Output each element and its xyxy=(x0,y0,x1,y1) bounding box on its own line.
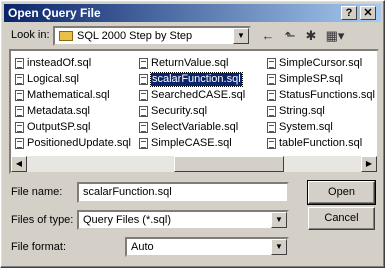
file-item-label: StatusFunctions.sql xyxy=(279,89,375,101)
file-item[interactable]: String.sql xyxy=(267,105,325,118)
file-format-label: File format: xyxy=(11,241,67,253)
look-in-value: SQL 2000 Step by Step xyxy=(77,30,193,42)
help-button[interactable]: ? xyxy=(341,6,357,20)
file-item-label: PositionedUpdate.sql xyxy=(27,137,131,149)
file-name-label: File name: xyxy=(11,186,63,198)
back-icon[interactable]: ← xyxy=(258,27,278,45)
file-format-value: Auto xyxy=(131,241,154,253)
file-item[interactable]: tableFunction.sql xyxy=(267,137,362,150)
file-item-label: System.sql xyxy=(279,121,333,133)
sql-file-icon xyxy=(267,58,276,69)
sql-file-icon xyxy=(267,74,276,85)
file-item-label: tableFunction.sql xyxy=(279,137,363,149)
file-format-select[interactable]: Auto ▼ xyxy=(125,237,289,257)
file-item[interactable]: OutputSP.sql xyxy=(15,121,90,134)
file-item[interactable]: StatusFunctions.sql xyxy=(267,89,375,102)
files-of-type-select[interactable]: Query Files (*.sql) ▼ xyxy=(77,210,289,230)
folder-icon xyxy=(59,31,73,42)
file-item-label: scalarFunction.sql xyxy=(150,72,243,87)
file-item[interactable]: insteadOf.sql xyxy=(15,57,91,70)
sql-file-icon xyxy=(15,74,24,85)
sql-file-icon xyxy=(267,122,276,133)
file-item[interactable]: SimpleCursor.sql xyxy=(267,57,362,70)
sql-file-icon xyxy=(139,74,148,85)
file-item-label: Security.sql xyxy=(151,105,208,117)
file-item[interactable]: PositionedUpdate.sql xyxy=(15,137,131,150)
file-item-label: String.sql xyxy=(279,105,325,117)
file-item-label: Logical.sql xyxy=(27,73,79,85)
window-title: Open Query File xyxy=(8,6,101,20)
sql-file-icon xyxy=(15,106,24,117)
file-item[interactable]: SimpleCASE.sql xyxy=(139,137,232,150)
up-folder-icon[interactable]: ⬑ xyxy=(280,27,300,45)
file-item-label: Mathematical.sql xyxy=(27,89,110,101)
file-list[interactable]: insteadOf.sql Logical.sql Mathematical.sql… xyxy=(9,49,379,174)
file-item[interactable]: Mathematical.sql xyxy=(15,89,110,102)
sql-file-icon xyxy=(267,106,276,117)
open-button[interactable]: Open xyxy=(307,180,376,205)
sql-file-icon xyxy=(139,138,148,149)
sql-file-icon xyxy=(139,106,148,117)
file-item[interactable]: Logical.sql xyxy=(15,73,79,86)
file-name-input[interactable]: scalarFunction.sql xyxy=(77,182,289,203)
file-item[interactable]: Metadata.sql xyxy=(15,105,90,118)
help-icon: ? xyxy=(345,7,353,19)
scroll-thumb[interactable] xyxy=(174,156,284,172)
scroll-right-icon[interactable]: ▶ xyxy=(361,156,377,172)
sql-file-icon xyxy=(139,90,148,101)
file-item[interactable]: scalarFunction.sql xyxy=(139,72,243,87)
file-item-label: Metadata.sql xyxy=(27,105,90,117)
file-item-label: OutputSP.sql xyxy=(27,121,91,133)
sql-file-icon xyxy=(139,58,148,69)
sql-file-icon xyxy=(267,90,276,101)
file-item-label: insteadOf.sql xyxy=(27,57,92,69)
views-menu-icon[interactable]: ▦▾ xyxy=(322,27,348,45)
horizontal-scrollbar[interactable]: ◀ ▶ xyxy=(11,156,377,172)
file-item-label: SelectVariable.sql xyxy=(151,121,239,133)
sql-file-icon xyxy=(139,122,148,133)
file-item-label: ReturnValue.sql xyxy=(151,57,229,69)
cancel-button[interactable]: Cancel xyxy=(308,207,375,230)
sql-file-icon xyxy=(267,138,276,149)
file-item-label: SimpleCursor.sql xyxy=(279,57,363,69)
file-item[interactable]: SearchedCASE.sql xyxy=(139,89,245,102)
chevron-down-icon[interactable]: ▼ xyxy=(271,212,287,228)
file-item-label: SearchedCASE.sql xyxy=(151,89,246,101)
file-item-label: SimpleSP.sql xyxy=(279,73,343,85)
files-of-type-label: Files of type: xyxy=(11,214,74,226)
file-item-label: SimpleCASE.sql xyxy=(151,137,232,149)
look-in-combo[interactable]: SQL 2000 Step by Step ▼ xyxy=(53,26,251,46)
sql-file-icon xyxy=(15,58,24,69)
file-item[interactable]: SimpleSP.sql xyxy=(267,73,343,86)
close-icon: ✕ xyxy=(363,7,373,19)
chevron-down-icon[interactable]: ▼ xyxy=(233,28,249,44)
file-item[interactable]: ReturnValue.sql xyxy=(139,57,228,70)
close-button[interactable]: ✕ xyxy=(360,6,376,20)
files-of-type-value: Query Files (*.sql) xyxy=(83,214,172,226)
sql-file-icon xyxy=(15,122,24,133)
look-in-label: Look in: xyxy=(11,29,50,41)
sql-file-icon xyxy=(15,138,24,149)
file-item[interactable]: System.sql xyxy=(267,121,333,134)
chevron-down-icon[interactable]: ▼ xyxy=(271,239,287,255)
title-bar[interactable]: Open Query File ? ✕ xyxy=(4,4,381,22)
sql-file-icon xyxy=(15,90,24,101)
file-item[interactable]: Security.sql xyxy=(139,105,207,118)
open-query-file-dialog: Open Query File ? ✕ Look in: SQL 2000 St… xyxy=(0,0,385,268)
new-folder-icon[interactable]: ✱ xyxy=(301,27,321,45)
scroll-left-icon[interactable]: ◀ xyxy=(11,156,27,172)
file-item[interactable]: SelectVariable.sql xyxy=(139,121,238,134)
